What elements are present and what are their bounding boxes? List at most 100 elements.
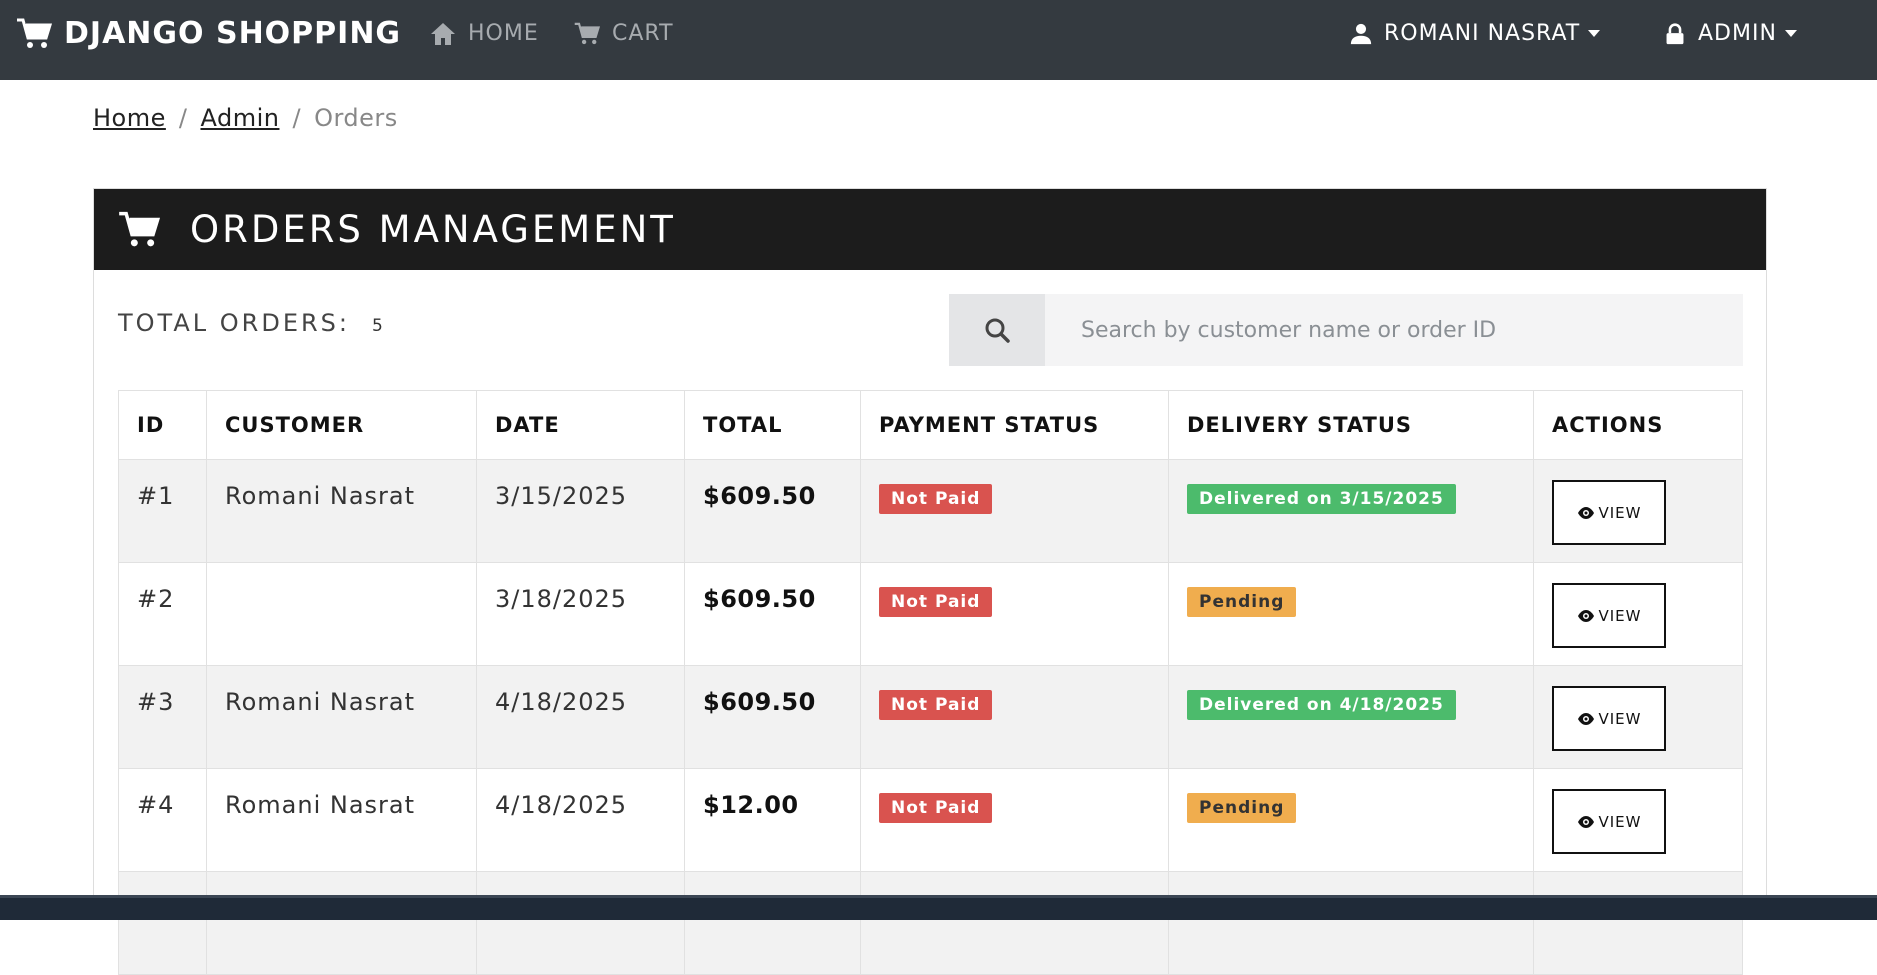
delivery-status-cell xyxy=(1168,871,1534,975)
actions-cell: VIEW xyxy=(1533,665,1743,769)
payment-status-badge: Not Paid xyxy=(879,690,993,720)
user-icon xyxy=(1350,23,1372,44)
column-header-payment-status: PAYMENT STATUS xyxy=(860,390,1169,460)
total-orders-label: TOTAL ORDERS: xyxy=(118,309,350,337)
page-title: ORDERS MANAGEMENT xyxy=(190,208,676,251)
user-dropdown[interactable]: ROMANI NASRAT xyxy=(1350,0,1601,67)
search-bar xyxy=(949,294,1743,366)
column-header-actions: ACTIONS xyxy=(1533,390,1743,460)
admin-dropdown[interactable]: ADMIN xyxy=(1664,0,1797,67)
breadcrumb-home-link[interactable]: Home xyxy=(93,104,166,132)
column-header-customer: CUSTOMER xyxy=(206,390,477,460)
nav-cart-label: CART xyxy=(612,21,674,46)
delivery-status-badge: Delivered on 4/18/2025 xyxy=(1187,690,1456,720)
view-order-button[interactable]: VIEW xyxy=(1552,480,1666,545)
order-total: $609.50 xyxy=(684,562,861,666)
column-header-id: ID xyxy=(118,390,207,460)
payment-status-cell: Not Paid xyxy=(860,768,1169,872)
total-orders-count: 5 xyxy=(371,316,383,336)
card-header: ORDERS MANAGEMENT xyxy=(94,189,1766,270)
view-button-label: VIEW xyxy=(1598,709,1642,728)
order-id: #1 xyxy=(118,459,207,563)
payment-status-badge: Not Paid xyxy=(879,793,993,823)
payment-status-cell: Not Paid xyxy=(860,562,1169,666)
order-date: 4/18/2025 xyxy=(476,665,685,769)
order-customer xyxy=(206,562,477,666)
brand-label: DJANGO SHOPPING xyxy=(64,16,402,51)
order-total: $609.50 xyxy=(684,459,861,563)
view-button-label: VIEW xyxy=(1598,503,1642,522)
cart-icon xyxy=(119,211,160,246)
delivery-status-cell: Delivered on 4/18/2025 xyxy=(1168,665,1534,769)
table-header-row: ID CUSTOMER DATE TOTAL PAYMENT STATUS DE… xyxy=(118,390,1743,460)
nav-cart-link[interactable]: CART xyxy=(574,0,674,67)
payment-status-badge: Not Paid xyxy=(879,587,993,617)
chevron-down-icon xyxy=(1784,30,1797,37)
cart-icon xyxy=(17,18,52,48)
eye-icon xyxy=(1577,506,1594,519)
lock-icon xyxy=(1666,23,1684,44)
delivery-status-badge: Pending xyxy=(1187,793,1297,823)
delivery-status-badge: Delivered on 3/15/2025 xyxy=(1187,484,1456,514)
order-customer: Romani Nasrat xyxy=(206,768,477,872)
order-total: $12.00 xyxy=(684,768,861,872)
column-header-date: DATE xyxy=(476,390,685,460)
order-customer: Romani Nasrat xyxy=(206,665,477,769)
actions-cell: VIEW xyxy=(1533,768,1743,872)
order-customer xyxy=(206,871,477,975)
eye-icon xyxy=(1577,815,1594,828)
actions-cell: VIEW xyxy=(1533,562,1743,666)
breadcrumb-separator: / xyxy=(292,104,302,132)
order-id: #2 xyxy=(118,562,207,666)
eye-icon xyxy=(1577,712,1594,725)
breadcrumb-current: Orders xyxy=(314,104,398,132)
cart-icon xyxy=(574,22,600,44)
view-button-label: VIEW xyxy=(1598,606,1642,625)
order-total: $609.50 xyxy=(684,665,861,769)
breadcrumb: Home / Admin / Orders xyxy=(93,104,398,132)
breadcrumb-admin-link[interactable]: Admin xyxy=(200,104,279,132)
order-date xyxy=(476,871,685,975)
order-id: #3 xyxy=(118,665,207,769)
order-id: #4 xyxy=(118,768,207,872)
breadcrumb-separator: / xyxy=(178,104,188,132)
order-date: 3/18/2025 xyxy=(476,562,685,666)
column-header-delivery-status: DELIVERY STATUS xyxy=(1168,390,1534,460)
brand-link[interactable]: DJANGO SHOPPING xyxy=(16,0,401,67)
order-date: 3/15/2025 xyxy=(476,459,685,563)
os-taskbar-edge xyxy=(0,895,1877,898)
orders-table: ID CUSTOMER DATE TOTAL PAYMENT STATUS DE… xyxy=(118,390,1743,975)
search-input[interactable] xyxy=(1045,294,1743,366)
search-icon xyxy=(985,318,1010,343)
table-row: #4 Romani Nasrat 4/18/2025 $12.00 Not Pa… xyxy=(118,768,1743,872)
nav-home-label: HOME xyxy=(468,21,539,46)
orders-card: ORDERS MANAGEMENT TOTAL ORDERS: 5 ID CUS… xyxy=(93,188,1767,975)
view-order-button[interactable]: VIEW xyxy=(1552,686,1666,751)
table-row: #3 Romani Nasrat 4/18/2025 $609.50 Not P… xyxy=(118,665,1743,769)
nav-home-link[interactable]: HOME xyxy=(430,0,539,67)
view-button-label: VIEW xyxy=(1598,812,1642,831)
chevron-down-icon xyxy=(1588,30,1601,37)
table-row xyxy=(118,871,1743,975)
search-button[interactable] xyxy=(949,294,1045,366)
table-row: #1 Romani Nasrat 3/15/2025 $609.50 Not P… xyxy=(118,459,1743,563)
order-date: 4/18/2025 xyxy=(476,768,685,872)
user-dropdown-label: ROMANI NASRAT xyxy=(1384,21,1581,46)
view-order-button[interactable]: VIEW xyxy=(1552,789,1666,854)
actions-cell: VIEW xyxy=(1533,459,1743,563)
view-order-button[interactable]: VIEW xyxy=(1552,583,1666,648)
payment-status-cell: Not Paid xyxy=(860,665,1169,769)
order-total xyxy=(684,871,861,975)
column-header-total: TOTAL xyxy=(684,390,861,460)
admin-dropdown-label: ADMIN xyxy=(1698,21,1777,46)
table-row: #2 3/18/2025 $609.50 Not Paid Pending VI… xyxy=(118,562,1743,666)
delivery-status-badge: Pending xyxy=(1187,587,1297,617)
order-id xyxy=(118,871,207,975)
delivery-status-cell: Pending xyxy=(1168,768,1534,872)
delivery-status-cell: Delivered on 3/15/2025 xyxy=(1168,459,1534,563)
payment-status-cell: Not Paid xyxy=(860,459,1169,563)
payment-status-badge: Not Paid xyxy=(879,484,993,514)
os-taskbar xyxy=(0,895,1877,920)
navbar: DJANGO SHOPPING HOME CART ROMANI NASRAT … xyxy=(0,0,1877,80)
delivery-status-cell: Pending xyxy=(1168,562,1534,666)
